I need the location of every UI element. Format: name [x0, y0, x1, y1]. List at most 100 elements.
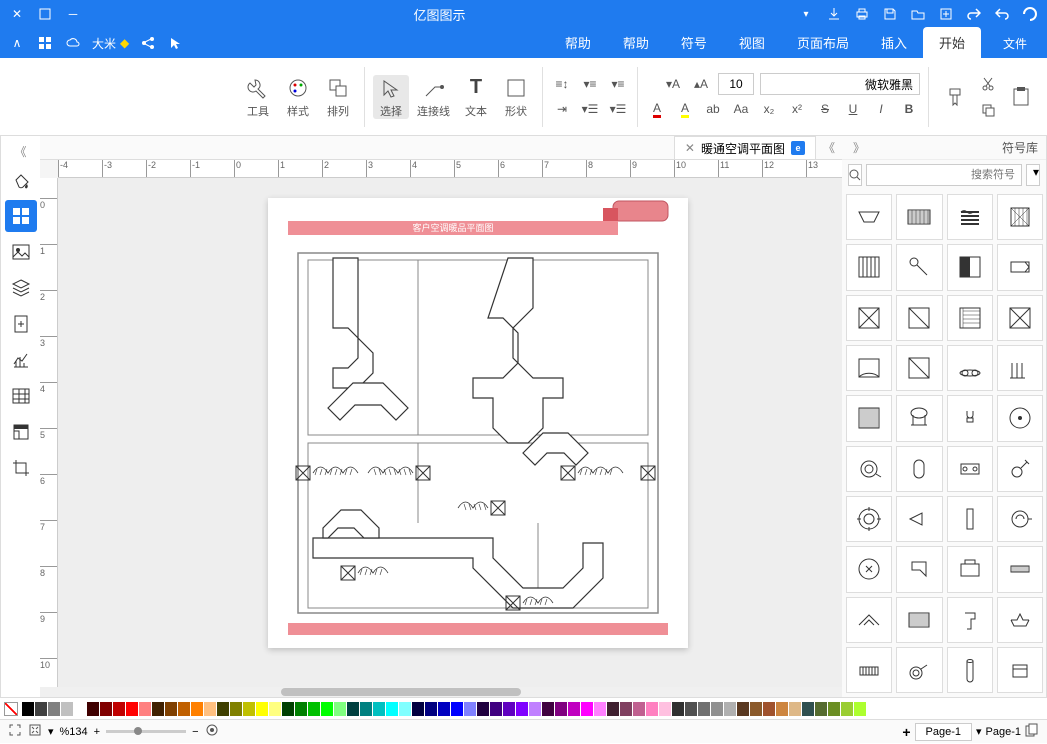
- crop-tool-icon[interactable]: [5, 452, 37, 484]
- color-swatch[interactable]: [646, 702, 658, 716]
- shape-item[interactable]: [997, 546, 1043, 592]
- shape-item[interactable]: [947, 194, 993, 240]
- color-swatch[interactable]: [659, 702, 671, 716]
- color-swatch[interactable]: [789, 702, 801, 716]
- shape-search-input[interactable]: [866, 164, 1022, 186]
- color-swatch[interactable]: [113, 702, 125, 716]
- shape-item[interactable]: [896, 194, 942, 240]
- expand-panel-icon[interactable]: 》: [820, 139, 838, 157]
- color-swatch[interactable]: [139, 702, 151, 716]
- canvas-viewport[interactable]: 客户空调暖品平面图: [58, 178, 842, 687]
- tab-view[interactable]: 视图: [723, 27, 781, 58]
- bullets-icon[interactable]: ≡▾: [607, 73, 629, 95]
- color-swatch[interactable]: [464, 702, 476, 716]
- select-tool[interactable]: 选择: [373, 75, 409, 119]
- horizontal-scrollbar[interactable]: [40, 687, 842, 697]
- color-swatch[interactable]: [607, 702, 619, 716]
- color-swatch[interactable]: [22, 702, 34, 716]
- font-color-icon[interactable]: A: [646, 98, 668, 120]
- no-color-swatch[interactable]: [4, 702, 18, 716]
- color-swatch[interactable]: [204, 702, 216, 716]
- library-dropdown-icon[interactable]: ▾: [1026, 164, 1040, 186]
- color-swatch[interactable]: [35, 702, 47, 716]
- color-swatch[interactable]: [334, 702, 346, 716]
- decrease-font-icon[interactable]: A▾: [662, 73, 684, 95]
- shape-item[interactable]: [896, 395, 942, 441]
- shape-item[interactable]: [947, 345, 993, 391]
- cloud-icon[interactable]: [64, 34, 82, 52]
- add-page-icon[interactable]: +: [902, 724, 910, 740]
- text-direction-icon[interactable]: ab: [702, 98, 724, 120]
- tab-help[interactable]: 帮助: [607, 27, 665, 58]
- cursor-icon[interactable]: [167, 34, 185, 52]
- underline-icon[interactable]: U: [842, 98, 864, 120]
- share-icon[interactable]: [139, 34, 157, 52]
- new-icon[interactable]: [937, 5, 955, 23]
- color-swatch[interactable]: [568, 702, 580, 716]
- shape-item[interactable]: [997, 597, 1043, 643]
- shape-item[interactable]: [846, 546, 892, 592]
- color-swatch[interactable]: [711, 702, 723, 716]
- undo-icon[interactable]: [993, 5, 1011, 23]
- shape-item[interactable]: [896, 295, 942, 341]
- color-swatch[interactable]: [399, 702, 411, 716]
- connector-tool[interactable]: 连接线: [413, 75, 454, 119]
- case-icon[interactable]: Aa: [730, 98, 752, 120]
- shape-item[interactable]: [947, 395, 993, 441]
- color-swatch[interactable]: [477, 702, 489, 716]
- color-swatch[interactable]: [542, 702, 554, 716]
- indent-icon[interactable]: ⇥: [551, 98, 573, 120]
- shape-item[interactable]: [997, 395, 1043, 441]
- drawing-page[interactable]: 客户空调暖品平面图: [268, 198, 688, 648]
- shape-item[interactable]: [846, 395, 892, 441]
- close-icon[interactable]: ✕: [8, 5, 26, 23]
- add-page-tool-icon[interactable]: [5, 308, 37, 340]
- maximize-icon[interactable]: [36, 5, 54, 23]
- collapse-ribbon-icon[interactable]: ∧: [8, 34, 26, 52]
- close-tab-icon[interactable]: ✕: [685, 141, 695, 155]
- shape-item[interactable]: [947, 446, 993, 492]
- bold-icon[interactable]: B: [898, 98, 920, 120]
- shape-item[interactable]: [947, 546, 993, 592]
- print-icon[interactable]: [853, 5, 871, 23]
- tab-help2[interactable]: 帮助: [549, 27, 607, 58]
- shape-item[interactable]: [947, 295, 993, 341]
- color-swatch[interactable]: [529, 702, 541, 716]
- tab-insert[interactable]: 插入: [865, 27, 923, 58]
- layers-tool-icon[interactable]: [5, 272, 37, 304]
- color-swatch[interactable]: [191, 702, 203, 716]
- shape-item[interactable]: [947, 244, 993, 290]
- color-swatch[interactable]: [750, 702, 762, 716]
- color-swatch[interactable]: [776, 702, 788, 716]
- format-painter-button[interactable]: [937, 84, 973, 110]
- color-swatch[interactable]: [633, 702, 645, 716]
- color-swatch[interactable]: [87, 702, 99, 716]
- color-swatch[interactable]: [347, 702, 359, 716]
- table-tool-icon[interactable]: [5, 380, 37, 412]
- zoom-slider[interactable]: [106, 730, 186, 733]
- color-swatch[interactable]: [581, 702, 593, 716]
- fullscreen-icon[interactable]: [8, 723, 22, 740]
- fill-tool-icon[interactable]: [5, 164, 37, 196]
- font-select[interactable]: [760, 73, 920, 95]
- shape-item[interactable]: [846, 244, 892, 290]
- color-swatch[interactable]: [386, 702, 398, 716]
- color-swatch[interactable]: [100, 702, 112, 716]
- color-swatch[interactable]: [737, 702, 749, 716]
- template-tool-icon[interactable]: [5, 416, 37, 448]
- color-swatch[interactable]: [555, 702, 567, 716]
- shape-item[interactable]: [997, 345, 1043, 391]
- tab-layout[interactable]: 页面布局: [781, 27, 865, 58]
- increase-font-icon[interactable]: A▴: [690, 73, 712, 95]
- color-swatch[interactable]: [828, 702, 840, 716]
- fit-page-icon[interactable]: [28, 723, 42, 740]
- color-swatch[interactable]: [178, 702, 190, 716]
- color-swatch[interactable]: [152, 702, 164, 716]
- cut-icon[interactable]: [977, 73, 999, 95]
- color-swatch[interactable]: [269, 702, 281, 716]
- collapse-tools-icon[interactable]: 》: [12, 142, 30, 160]
- shape-item[interactable]: [896, 244, 942, 290]
- superscript-icon[interactable]: x²: [786, 98, 808, 120]
- color-swatch[interactable]: [48, 702, 60, 716]
- collapse-panel-icon[interactable]: 《: [850, 139, 868, 157]
